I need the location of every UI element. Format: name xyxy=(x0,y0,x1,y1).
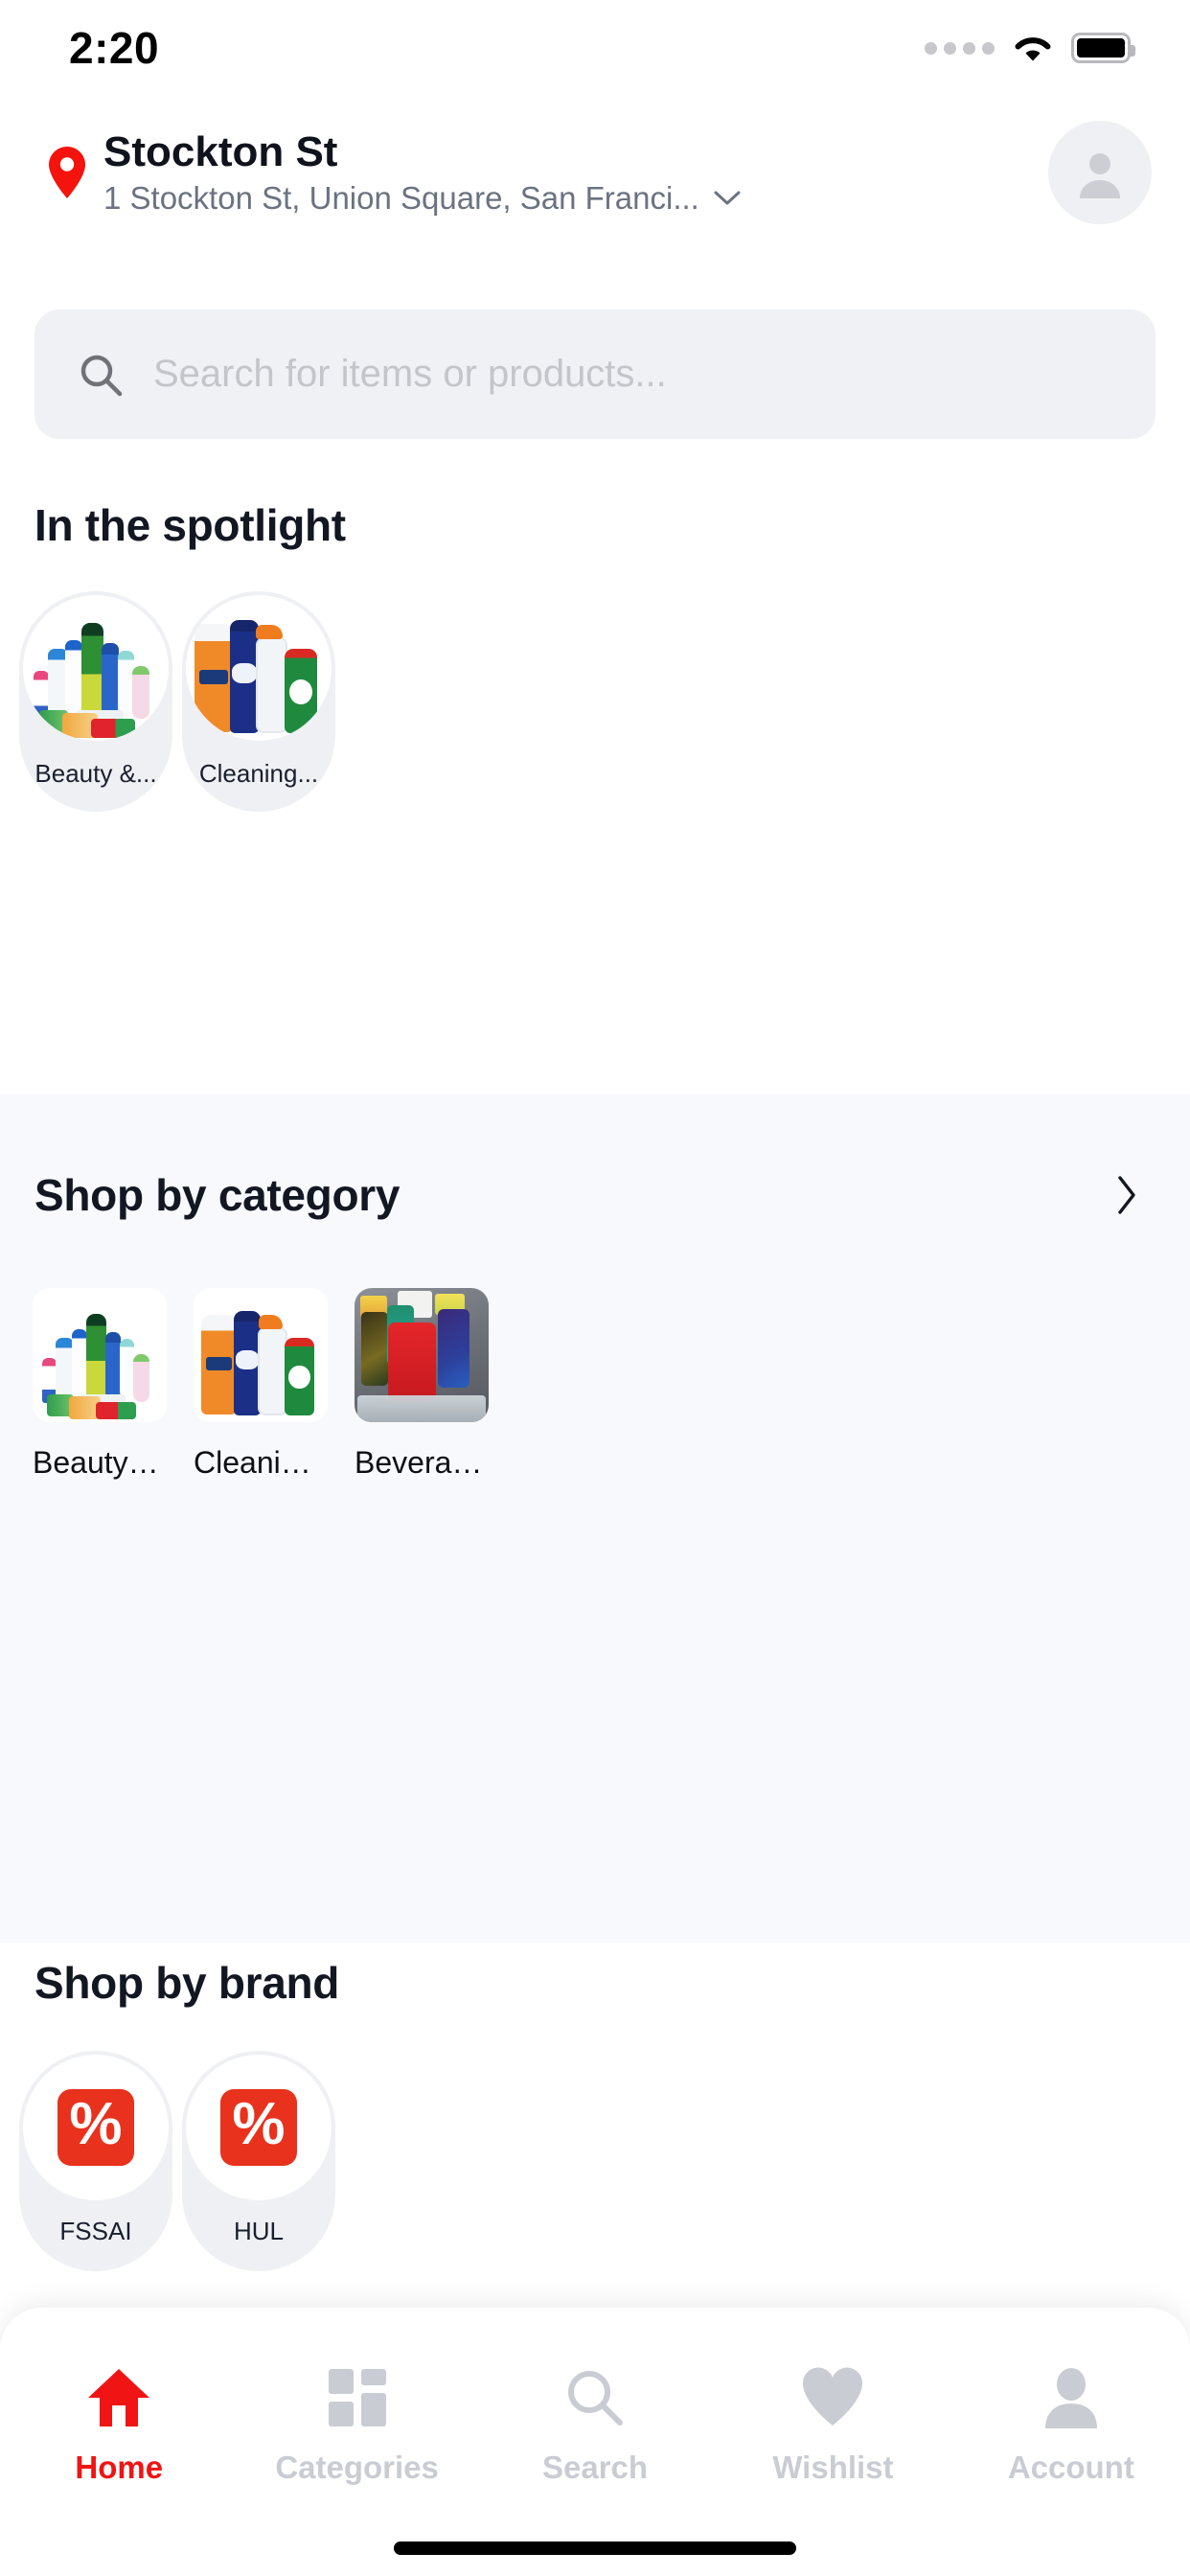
search-icon xyxy=(80,355,123,396)
location-title: Stockton St xyxy=(103,128,338,176)
nav-item-wishlist[interactable]: Wishlist xyxy=(714,2363,951,2486)
spotlight-card-label: Cleaning... xyxy=(198,759,319,788)
location-header[interactable]: Stockton St 1 Stockton St, Union Square,… xyxy=(0,115,1190,230)
person-icon xyxy=(1041,2363,1102,2432)
grid-icon xyxy=(325,2363,390,2432)
category-card-cleaning[interactable]: Cleaning &... xyxy=(194,1288,328,1481)
shop-by-brand-section: Shop by brand % FSSAI % HUL xyxy=(0,1957,1190,2271)
cleaning-products-collage xyxy=(194,1288,328,1422)
bottom-navigation: Home Categories Search Wishlist Account xyxy=(0,2308,1190,2576)
battery-full-icon xyxy=(1071,33,1135,63)
search-input[interactable]: Search for items or products... xyxy=(34,310,1156,439)
brand-card-label: HUL xyxy=(233,2217,284,2245)
shop-by-category-header: Shop by category xyxy=(0,1094,1190,1221)
wifi-icon xyxy=(1012,32,1054,64)
signal-dots-icon xyxy=(925,41,995,55)
spotlight-title: In the spotlight xyxy=(34,500,346,550)
nav-item-categories[interactable]: Categories xyxy=(238,2363,475,2486)
percent-badge-icon: % xyxy=(220,2089,297,2166)
category-list: Beauty & Hy... Cleaning &... Bevera xyxy=(0,1221,1190,1481)
shop-by-brand-title: Shop by brand xyxy=(34,1958,340,2008)
nav-item-label: Search xyxy=(541,2450,649,2485)
search-bar-container[interactable]: Search for items or products... xyxy=(34,310,1156,439)
brand-card-hul[interactable]: % HUL xyxy=(182,2051,335,2271)
brand-card-label: FSSAI xyxy=(59,2217,132,2245)
beverages-cans-photo xyxy=(355,1288,489,1422)
nav-item-label: Wishlist xyxy=(772,2450,894,2485)
avatar[interactable] xyxy=(1048,121,1152,224)
chevron-right-icon[interactable] xyxy=(1108,1173,1146,1217)
brand-logo-wrap: % xyxy=(23,2055,169,2200)
brand-logo-wrap: % xyxy=(186,2055,332,2200)
spotlight-section: In the spotlight Beauty &... Cleaning... xyxy=(0,499,1190,812)
beauty-products-collage xyxy=(33,1288,167,1422)
nav-item-search[interactable]: Search xyxy=(476,2363,714,2486)
heart-icon xyxy=(799,2363,866,2432)
home-indicator xyxy=(394,2542,796,2555)
category-card-label: Cleaning &... xyxy=(194,1445,328,1480)
search-placeholder: Search for items or products... xyxy=(153,353,667,395)
category-card-label: Beauty & Hy... xyxy=(33,1445,167,1480)
location-text: Stockton St 1 Stockton St, Union Square,… xyxy=(96,128,1048,216)
shop-by-category-section: Shop by category Beauty & Hy... xyxy=(0,1094,1190,1943)
shop-by-category-title: Shop by category xyxy=(34,1170,400,1220)
user-avatar-icon xyxy=(1080,153,1120,198)
category-card-label: Beverages xyxy=(355,1445,489,1480)
location-address: 1 Stockton St, Union Square, San Franci.… xyxy=(103,179,699,216)
category-card-beauty[interactable]: Beauty & Hy... xyxy=(33,1288,167,1481)
status-indicators xyxy=(925,32,1135,64)
nav-item-label: Home xyxy=(75,2450,164,2485)
nav-item-label: Categories xyxy=(275,2450,439,2485)
spotlight-card-cleaning[interactable]: Cleaning... xyxy=(182,591,335,812)
brand-card-fssai[interactable]: % FSSAI xyxy=(19,2051,172,2271)
percent-badge-icon: % xyxy=(57,2089,134,2166)
search-icon xyxy=(562,2363,628,2432)
app-screen: 2:20 Stockton St 1 Stockton St, Union Sq… xyxy=(0,0,1190,2576)
status-time: 2:20 xyxy=(69,23,160,73)
spotlight-list: Beauty &... Cleaning... xyxy=(0,551,1190,812)
cleaning-products-collage xyxy=(186,595,332,741)
spotlight-card-beauty[interactable]: Beauty &... xyxy=(19,591,172,812)
category-card-beverages[interactable]: Beverages xyxy=(355,1288,489,1481)
nav-item-account[interactable]: Account xyxy=(952,2363,1190,2486)
spotlight-card-label: Beauty &... xyxy=(34,759,157,788)
beauty-products-collage xyxy=(23,595,169,741)
location-pin-icon xyxy=(38,145,96,200)
chevron-down-icon[interactable] xyxy=(713,190,742,207)
home-icon xyxy=(84,2363,153,2432)
nav-item-label: Account xyxy=(1007,2450,1134,2485)
status-bar: 2:20 xyxy=(0,0,1190,96)
nav-item-home[interactable]: Home xyxy=(0,2363,238,2486)
brand-list: % FSSAI % HUL xyxy=(0,2009,1190,2271)
